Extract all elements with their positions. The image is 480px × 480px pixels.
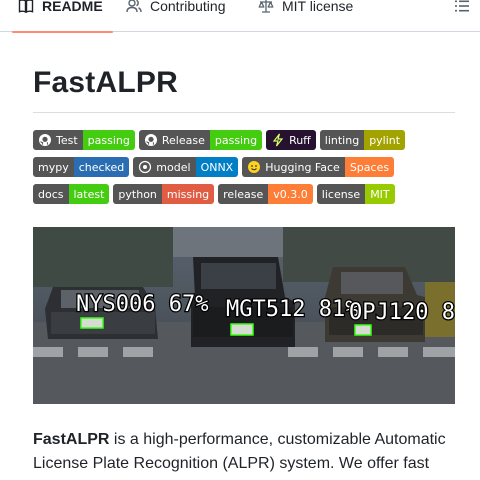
badge-label: release (218, 184, 269, 204)
law-scale-icon (258, 0, 274, 13)
badge-label-text: Ruff (289, 133, 311, 147)
badge-message: ONNX (195, 157, 239, 177)
badge-message: passing (82, 130, 135, 150)
demo-scene: NYS006 67% MGT512 81% OPJ120 8 (33, 227, 455, 404)
people-icon (126, 0, 142, 13)
badge-label-text: python (118, 187, 157, 201)
badge-message: passing (209, 130, 263, 150)
badge-label: python (113, 184, 162, 204)
badge-label-text: license (321, 187, 361, 201)
badge-message: checked (73, 157, 130, 177)
badge-label: model (133, 157, 196, 177)
badge-release[interactable]: release v0.3.0 (218, 184, 313, 204)
plate-box-3 (354, 324, 372, 336)
badge-label: Hugging Face (242, 157, 345, 177)
plate-box-2 (230, 323, 254, 336)
github-icon (39, 134, 51, 146)
badge-label-text: mypy (38, 160, 69, 174)
badge-linting[interactable]: linting pylint (319, 130, 406, 150)
tab-readme[interactable]: README (12, 0, 113, 33)
badge-release[interactable]: Release passing (138, 130, 263, 150)
badge-label: license (316, 184, 366, 204)
badge-label-text: model (156, 160, 191, 174)
badge-message: v0.3.0 (268, 184, 313, 204)
badge-label-text: linting (324, 133, 360, 147)
repo-readme-tabs: README Contributing MIT license (0, 0, 480, 33)
badge-docs[interactable]: docs latest (33, 184, 110, 204)
badge-message: pylint (364, 130, 406, 150)
tab-contributing[interactable]: Contributing (126, 0, 226, 32)
tab-label: MIT license (282, 0, 354, 14)
detection-label-2: MGT512 81% (226, 297, 358, 322)
badge-label: linting (319, 130, 365, 150)
badge-message: missing (161, 184, 215, 204)
badge-label: Ruff (266, 130, 316, 150)
badge-mypy[interactable]: mypy checked (33, 157, 130, 177)
book-icon (18, 0, 34, 14)
badge-label: Release (138, 130, 210, 150)
badge-label: docs (33, 184, 69, 204)
hugging-face-icon (248, 161, 261, 173)
badge-label: Test (33, 130, 83, 150)
detection-label-3: OPJ120 8 (349, 300, 455, 325)
badge-row-2: mypy checked model ONNX Hugging Face Spaces (33, 157, 395, 177)
badge-python[interactable]: python missing (113, 184, 215, 204)
badge-label-text: docs (38, 187, 64, 201)
list-unordered-icon[interactable] (454, 0, 470, 14)
readme-intro-paragraph: FastALPR is a high-performance, customiz… (33, 428, 458, 476)
badge-message: Spaces (344, 157, 395, 177)
badge-row-3: docs latest python missing release v0.3.0 lice… (33, 184, 395, 204)
badge-message: latest (68, 184, 110, 204)
badge-test[interactable]: Test passing (33, 130, 135, 150)
badge-message: MIT (365, 184, 395, 204)
tab-label: README (42, 0, 103, 14)
github-icon (144, 134, 157, 146)
badge-license[interactable]: license MIT (316, 184, 395, 204)
plate-box-1 (80, 317, 104, 329)
badge-label: mypy (33, 157, 74, 177)
badge-ruff[interactable]: Ruff (266, 130, 316, 150)
page-title: FastALPR (33, 66, 178, 99)
badge-model[interactable]: model ONNX (133, 157, 239, 177)
detection-label-1: NYS006 67% (76, 292, 208, 317)
badge-label-text: Release (161, 133, 205, 147)
alpr-demo-image: NYS006 67% MGT512 81% OPJ120 8 (33, 227, 455, 404)
onnx-icon (139, 160, 152, 174)
project-name: FastALPR (33, 431, 110, 448)
badge-row-1: Test passing Release passing Ruff linting pyli… (33, 130, 406, 150)
tab-label: Contributing (150, 0, 226, 14)
title-divider (33, 112, 455, 113)
ruff-icon (272, 133, 284, 147)
badge-label-text: release (223, 187, 264, 201)
badge-label-text: Test (56, 133, 78, 147)
badge-hugging-face[interactable]: Hugging Face Spaces (242, 157, 395, 177)
tab-license[interactable]: MIT license (258, 0, 353, 32)
badge-label-text: Hugging Face (265, 160, 340, 174)
